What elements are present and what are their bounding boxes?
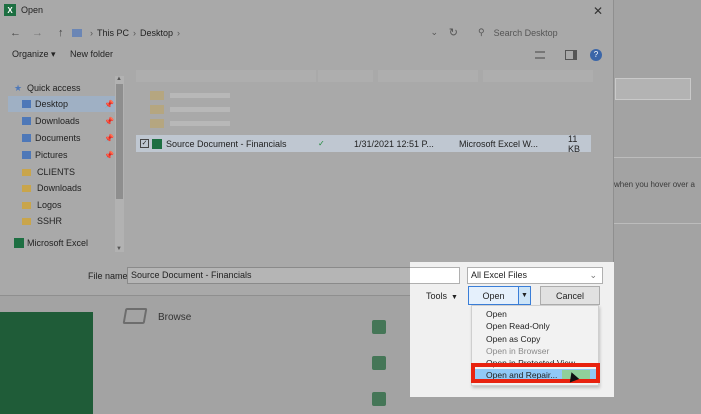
- file-date: 1/31/2021 12:51 P...: [354, 138, 434, 149]
- pictures-icon: [22, 151, 31, 159]
- menu-item-open[interactable]: Open: [472, 308, 598, 320]
- nav-item-clients[interactable]: CLIENTS: [8, 164, 118, 180]
- folder-icon: [22, 168, 31, 176]
- menu-item-open-in-browser: Open in Browser: [486, 346, 550, 356]
- breadcrumb-desktop[interactable]: Desktop: [140, 28, 173, 38]
- nav-item-downloads-folder[interactable]: Downloads: [8, 180, 118, 196]
- file-type: Microsoft Excel W...: [459, 138, 539, 149]
- preview-pane-icon[interactable]: [565, 50, 577, 60]
- view-options-icon[interactable]: [535, 51, 545, 59]
- nav-item-pictures[interactable]: Pictures 📌: [8, 147, 118, 163]
- command-bar: Organize ▾ New folder ?: [0, 49, 614, 65]
- excel-file-icon: [152, 138, 162, 149]
- nav-item-downloads[interactable]: Downloads 📌: [8, 113, 118, 129]
- chevron-right-icon: ›: [133, 27, 137, 38]
- browse-folder-icon: [122, 308, 148, 324]
- organize-button[interactable]: Organize ▾: [12, 49, 56, 60]
- folder-icon: [22, 217, 31, 225]
- open-dropdown-arrow[interactable]: ▼: [518, 286, 531, 305]
- address-bar: ← → ↑ › This PC › Desktop › ⌄ ↻ ⚲ Search…: [0, 23, 614, 43]
- pin-icon: 📌: [104, 116, 114, 126]
- pin-icon: 📌: [104, 150, 114, 160]
- caret-down-icon: ▼: [451, 294, 458, 301]
- pin-icon: 📌: [104, 133, 114, 143]
- chevron-right-icon: ›: [177, 27, 181, 38]
- star-icon: ★: [14, 82, 23, 93]
- documents-icon: [22, 134, 31, 142]
- open-dialog: X Open ✕ ← → ↑ › This PC › Desktop › ⌄ ↻…: [0, 0, 614, 296]
- up-arrow-icon[interactable]: ↑: [58, 27, 64, 39]
- nav-item-desktop[interactable]: Desktop 📌: [8, 96, 118, 112]
- file-row-selected[interactable]: ✓ Source Document - Financials ✓ 1/31/20…: [136, 133, 591, 154]
- backstage-hint: when you hover over a: [614, 180, 695, 189]
- excel-file-icon: [372, 320, 386, 334]
- excel-app-icon: [14, 238, 24, 248]
- file-list: ✓ Source Document - Financials ✓ 1/31/20…: [128, 66, 608, 252]
- forward-arrow-icon[interactable]: →: [32, 27, 43, 39]
- backstage-input: [615, 78, 691, 100]
- menu-item-open-as-copy[interactable]: Open as Copy: [472, 333, 598, 345]
- file-size: 11 KB: [568, 133, 581, 154]
- column-header-date[interactable]: [378, 70, 478, 82]
- titlebar: X Open ✕: [0, 0, 613, 20]
- help-icon[interactable]: ?: [590, 49, 602, 61]
- chevron-down-icon: ⌄: [589, 270, 597, 280]
- cancel-button[interactable]: Cancel: [540, 286, 600, 305]
- pin-icon: 📌: [104, 99, 114, 109]
- folder-icon: [22, 184, 31, 192]
- scroll-up-icon[interactable]: ▲: [116, 76, 122, 82]
- list-item[interactable]: [140, 104, 600, 114]
- menu-item-open-read-only[interactable]: Open Read-Only: [472, 320, 598, 332]
- nav-item-sshr[interactable]: SSHR: [8, 213, 118, 229]
- tools-button[interactable]: Tools ▼: [426, 291, 458, 301]
- pc-icon: [72, 28, 82, 37]
- window-title: Open: [21, 5, 44, 15]
- column-header-name[interactable]: [136, 70, 316, 82]
- refresh-icon[interactable]: ↻: [449, 26, 458, 39]
- search-icon: ⚲: [478, 27, 485, 37]
- file-name: Source Document - Financials: [166, 138, 287, 149]
- list-item[interactable]: [140, 118, 600, 128]
- synced-icon: ✓: [318, 139, 325, 148]
- annotation-highlight-box: [471, 363, 600, 383]
- file-name-input[interactable]: Source Document - Financials: [127, 267, 417, 284]
- column-header-status[interactable]: [318, 70, 373, 82]
- chevron-right-icon: ›: [90, 27, 93, 38]
- close-icon[interactable]: ✕: [593, 4, 603, 18]
- excel-app-icon: X: [4, 4, 16, 16]
- excel-file-icon: [372, 392, 386, 406]
- nav-item-excel[interactable]: Microsoft Excel: [8, 235, 118, 251]
- list-item[interactable]: [140, 90, 600, 100]
- divider: [610, 223, 701, 224]
- nav-item-documents[interactable]: Documents 📌: [8, 130, 118, 146]
- downloads-icon: [22, 117, 31, 125]
- search-input[interactable]: ⚲ Search Desktop: [472, 24, 604, 41]
- nav-scrollbar[interactable]: ▲ ▼: [115, 76, 124, 252]
- breadcrumb[interactable]: › This PC › Desktop › ⌄ ↻: [72, 23, 458, 42]
- scroll-thumb[interactable]: [116, 84, 123, 199]
- file-name-label: File name:: [88, 271, 131, 281]
- nav-item-logos[interactable]: Logos: [8, 197, 118, 213]
- desktop-icon: [22, 100, 31, 108]
- folder-icon: [22, 201, 31, 209]
- nav-quick-access[interactable]: ★ Quick access: [8, 80, 118, 96]
- back-arrow-icon[interactable]: ←: [10, 27, 21, 39]
- chevron-down-icon[interactable]: ⌄: [430, 27, 438, 38]
- navigation-pane: ★ Quick access Desktop 📌 Downloads 📌 Doc…: [8, 76, 126, 252]
- excel-file-icon: [372, 356, 386, 370]
- scroll-down-icon[interactable]: ▼: [116, 246, 122, 252]
- browse-label[interactable]: Browse: [158, 312, 191, 323]
- column-header-type[interactable]: [483, 70, 593, 82]
- divider: [610, 157, 701, 158]
- search-placeholder: Search Desktop: [493, 27, 558, 38]
- file-type-select[interactable]: All Excel Files ⌄: [467, 267, 603, 284]
- new-folder-button[interactable]: New folder: [70, 49, 113, 59]
- breadcrumb-this-pc[interactable]: This PC: [97, 28, 129, 38]
- checkbox[interactable]: ✓: [140, 139, 149, 148]
- file-name-input-end[interactable]: [410, 267, 460, 284]
- open-button[interactable]: Open: [468, 286, 519, 305]
- excel-sidebar: [0, 312, 93, 414]
